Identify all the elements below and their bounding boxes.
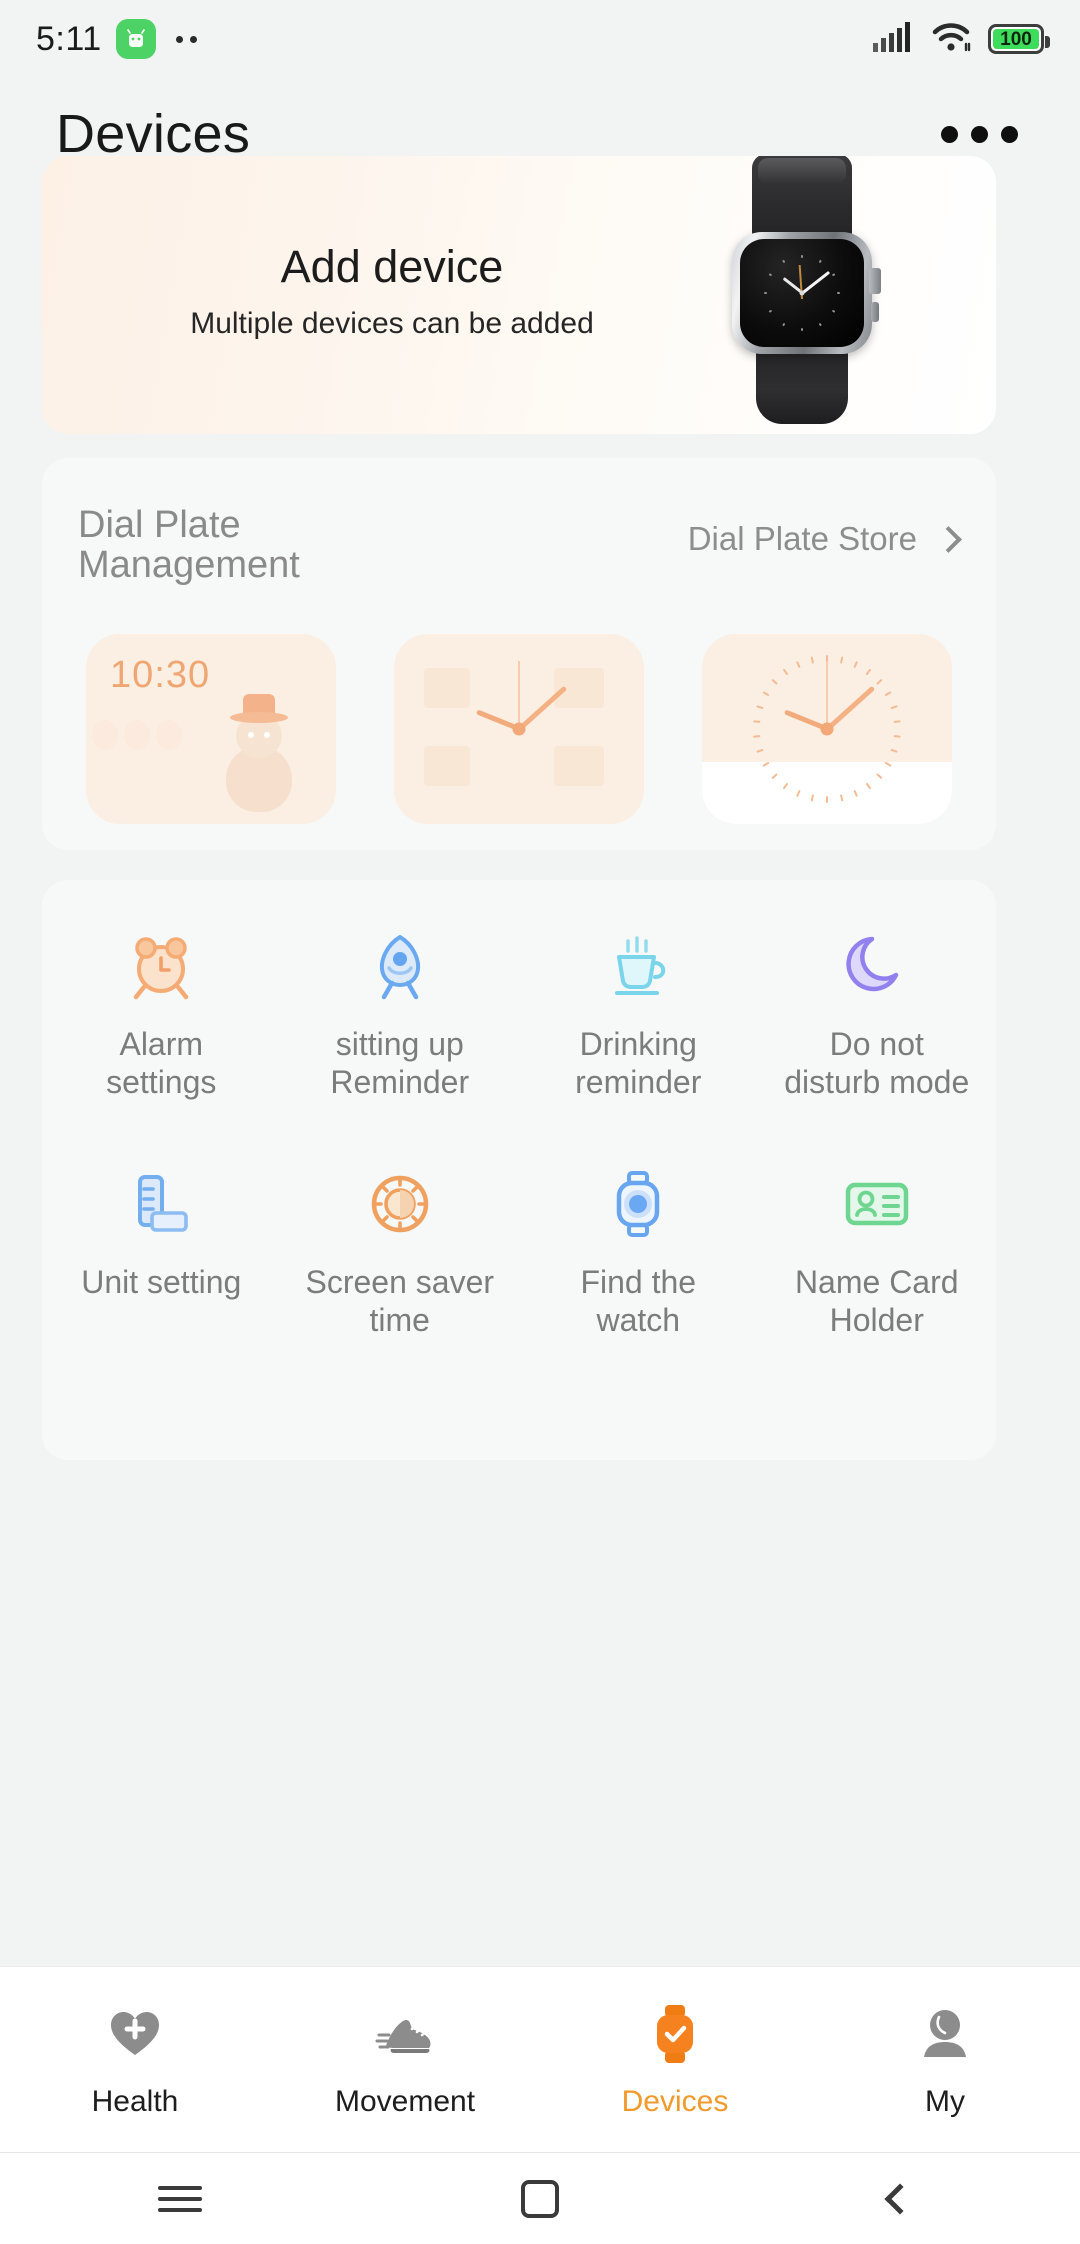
add-device-card[interactable]: Add device Multiple devices can be added (42, 156, 996, 434)
menu-icon (158, 2179, 202, 2219)
function-label: Find the watch (580, 1264, 697, 1338)
tab-label: My (925, 2085, 965, 2118)
tab-my[interactable]: My (810, 1967, 1080, 2119)
teacup-icon (599, 928, 677, 1004)
cellular-signal-icon (872, 21, 914, 58)
function-grid-card: Alarm settings sitting up Reminder Drink… (42, 880, 996, 1460)
recents-button[interactable] (0, 2179, 360, 2219)
tab-label: Devices (621, 2085, 729, 2118)
find-watch-icon (599, 1166, 677, 1242)
function-label: Screen saver time (305, 1264, 495, 1338)
status-bar: 5:11 100 (0, 0, 1080, 78)
function-screen-saver-time[interactable]: Screen saver time (281, 1144, 520, 1382)
function-alarm-settings[interactable]: Alarm settings (42, 906, 281, 1144)
dial-plate-store-label: Dial Plate Store (687, 520, 917, 557)
status-indicators: 100 (872, 21, 1050, 58)
function-unit-setting[interactable]: Unit setting (42, 1144, 281, 1382)
function-label: Alarm settings (106, 1026, 217, 1100)
add-device-title: Add device (280, 241, 504, 292)
back-chevron-icon (884, 2182, 916, 2215)
function-find-the-watch[interactable]: Find the watch (519, 1144, 758, 1382)
battery-icon: 100 (988, 24, 1050, 54)
function-label: Drinking reminder (575, 1026, 702, 1100)
tab-label: Health (91, 2085, 179, 2118)
add-device-text: Add device Multiple devices can be added (102, 244, 682, 339)
main-content: Add device Multiple devices can be added (0, 156, 1080, 2244)
function-label: Unit setting (81, 1264, 242, 1300)
alarm-clock-icon (122, 928, 200, 1004)
snowman-figure-icon (204, 690, 312, 814)
dial-thumbnail-analog-ticks[interactable] (702, 634, 952, 824)
bottom-tab-bar: Health Movement Devices My (0, 1966, 1080, 2152)
tab-movement[interactable]: Movement (270, 1967, 540, 2119)
dial-plate-card: Dial Plate Management Dial Plate Store 1… (42, 458, 996, 850)
function-label: sitting up Reminder (330, 1026, 470, 1100)
function-name-card-holder[interactable]: Name Card Holder (758, 1144, 997, 1382)
heart-plus-icon (106, 2003, 164, 2065)
wifi-icon (930, 21, 972, 58)
home-button[interactable] (360, 2179, 720, 2218)
brightness-sun-icon (361, 1166, 439, 1242)
dial-thumbnail-time: 10:30 (110, 654, 211, 696)
status-time: 5:11 (36, 19, 102, 58)
function-sitting-up-reminder[interactable]: sitting up Reminder (281, 906, 520, 1144)
dial-thumbnail-analog-numbers[interactable] (394, 634, 644, 824)
sneaker-icon (375, 2003, 435, 2065)
notification-dots-icon (175, 35, 197, 43)
dial-plate-title: Dial Plate Management (78, 504, 300, 586)
dial-center-pin-icon (512, 722, 526, 736)
function-label: Do not disturb mode (784, 1026, 970, 1100)
system-navigation-bar (0, 2152, 1080, 2244)
ruler-icon (122, 1166, 200, 1242)
watch-check-icon (648, 2003, 702, 2065)
function-do-not-disturb[interactable]: Do not disturb mode (758, 906, 997, 1144)
add-device-subtitle: Multiple devices can be added (190, 307, 594, 340)
tab-devices[interactable]: Devices (540, 1967, 810, 2119)
chevron-right-icon (935, 525, 962, 553)
home-square-icon (521, 2179, 559, 2218)
function-grid: Alarm settings sitting up Reminder Drink… (42, 906, 996, 1382)
more-options-icon[interactable] (937, 108, 1022, 161)
tab-health[interactable]: Health (0, 1967, 270, 2119)
function-drinking-reminder[interactable]: Drinking reminder (519, 906, 758, 1144)
person-icon (916, 2003, 974, 2065)
dial-thumbnail-row: 10:30 (86, 634, 952, 824)
back-button[interactable] (720, 2182, 1080, 2215)
snow-bubbles-icon (92, 720, 182, 750)
dial-thumbnail-snowman[interactable]: 10:30 (86, 634, 336, 824)
dial-center-pin-icon (820, 722, 834, 736)
dial-plate-store-link[interactable]: Dial Plate Store (687, 520, 962, 558)
sitting-up-icon (361, 928, 439, 1004)
dial-plate-header: Dial Plate Management Dial Plate Store (78, 504, 962, 602)
battery-level: 100 (1000, 28, 1032, 50)
function-label: Name Card Holder (794, 1264, 959, 1338)
crescent-moon-icon (838, 928, 916, 1004)
android-app-icon (115, 19, 156, 59)
smartwatch-product-image (712, 156, 892, 424)
name-card-icon (838, 1166, 916, 1242)
tab-label: Movement (334, 2085, 476, 2118)
